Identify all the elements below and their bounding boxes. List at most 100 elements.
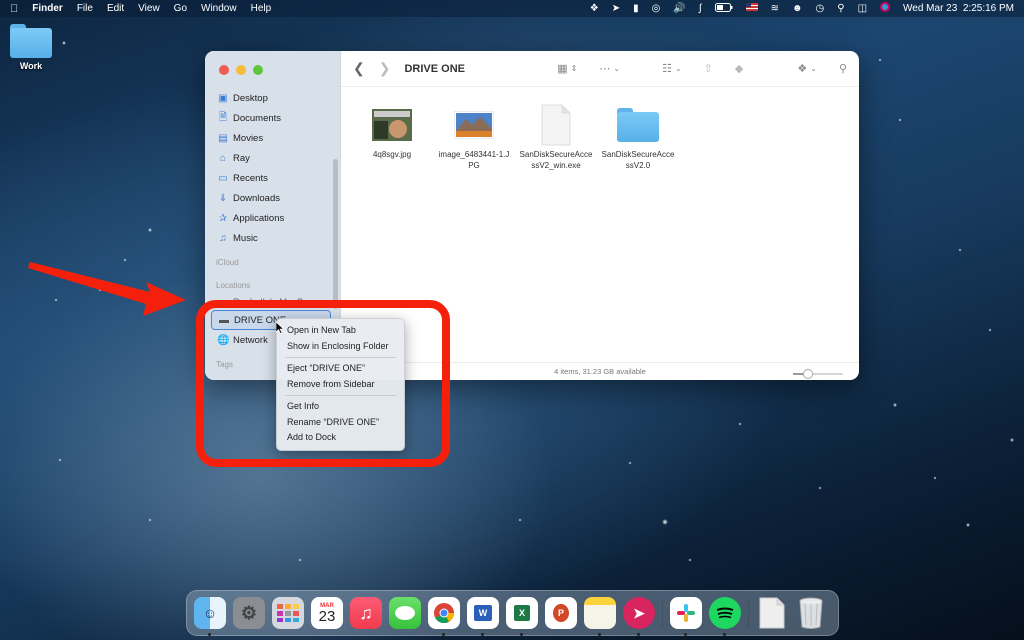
desktop-folder-work[interactable]: Work bbox=[10, 24, 52, 71]
dock-calendar[interactable]: MAR 23 bbox=[311, 597, 343, 629]
dock-launchpad[interactable] bbox=[272, 597, 304, 629]
sidebar-item-desktop[interactable]: ▣ Desktop bbox=[205, 88, 335, 108]
sidebar-item-movies[interactable]: ▤ Movies bbox=[205, 128, 335, 148]
applications-icon: ✰ bbox=[218, 212, 228, 224]
zoom-button[interactable] bbox=[253, 65, 263, 75]
action-button[interactable]: ⋯ ⌄ bbox=[599, 62, 620, 75]
window-controls bbox=[219, 65, 263, 75]
apple-menu-icon[interactable]:  bbox=[10, 3, 18, 15]
play-circle-icon[interactable]: ◎ bbox=[652, 3, 661, 14]
flag-us-icon[interactable] bbox=[745, 3, 758, 14]
sidebar-item-label: Ray bbox=[233, 152, 250, 164]
control-center-icon[interactable]: ◫ bbox=[858, 3, 867, 14]
dock-powerpoint[interactable]: P bbox=[545, 597, 577, 629]
dock-system-preferences[interactable]: ⚙ bbox=[233, 597, 265, 629]
sidebar-item-macbook[interactable]: ▭ Rochelle's MacBo... bbox=[205, 294, 335, 310]
slider-knob[interactable] bbox=[803, 369, 813, 379]
volume-icon[interactable]: 🔊 bbox=[673, 3, 685, 14]
view-mode-button[interactable]: ▦ ⇕ bbox=[557, 62, 577, 75]
search-icon[interactable]: ⚲ bbox=[837, 3, 844, 14]
file-item[interactable]: SanDiskSecureAccessV2_win.exe bbox=[519, 101, 593, 171]
dock-finder[interactable]: ☺ bbox=[194, 597, 226, 636]
recents-icon: ▭ bbox=[218, 172, 228, 184]
dock-spark[interactable]: ➤ bbox=[623, 597, 655, 636]
sidebar-scrollbar[interactable] bbox=[333, 159, 338, 309]
menu-edit[interactable]: Edit bbox=[107, 3, 124, 14]
menu-item-get-info[interactable]: Get Info bbox=[277, 399, 404, 415]
group-button[interactable]: ☷ ⌄ bbox=[662, 62, 682, 75]
menu-app-name[interactable]: Finder bbox=[32, 3, 63, 14]
calendar-day: 23 bbox=[318, 607, 336, 625]
menu-item-add-dock[interactable]: Add to Dock bbox=[277, 430, 404, 446]
menu-view[interactable]: View bbox=[138, 3, 160, 14]
chevron-down-icon: ⌄ bbox=[674, 64, 682, 73]
icon-size-slider[interactable] bbox=[793, 369, 843, 379]
back-button[interactable]: ❮ bbox=[353, 60, 365, 77]
sidebar-item-ray[interactable]: ⌂ Ray bbox=[205, 148, 335, 168]
dock-notes[interactable] bbox=[584, 597, 616, 636]
siri-icon[interactable] bbox=[880, 2, 891, 15]
gear-icon: ⚙ bbox=[240, 602, 258, 623]
chevron-down-icon: ⌄ bbox=[613, 64, 621, 73]
sidebar-item-label: Music bbox=[233, 232, 258, 244]
file-name: SanDiskSecureAccessV2_win.exe bbox=[519, 150, 593, 170]
dock-excel[interactable]: X bbox=[506, 597, 538, 636]
folder-icon bbox=[617, 108, 659, 142]
dock-document[interactable] bbox=[756, 597, 788, 629]
battery-tool-icon[interactable]: ▮ bbox=[633, 3, 639, 14]
search-icon[interactable]: ⚲ bbox=[839, 62, 847, 75]
menu-clock[interactable]: Wed Mar 23 2:25:16 PM bbox=[903, 3, 1014, 14]
dock-slack[interactable] bbox=[670, 597, 702, 636]
menu-window[interactable]: Window bbox=[201, 3, 237, 14]
menu-item-open-new-tab[interactable]: Open in New Tab bbox=[277, 323, 404, 339]
menu-item-show-enclosing[interactable]: Show in Enclosing Folder bbox=[277, 339, 404, 355]
desktop-icon: ▣ bbox=[218, 92, 228, 104]
sidebar-item-downloads[interactable]: ⇓ Downloads bbox=[205, 188, 335, 208]
file-item[interactable]: 4q8sgv.jpg bbox=[355, 101, 429, 171]
menu-item-eject[interactable]: Eject “DRIVE ONE” bbox=[277, 361, 404, 377]
spark-icon[interactable]: ➤ bbox=[612, 3, 620, 14]
menu-separator bbox=[285, 395, 396, 396]
document-icon: 🗎 bbox=[218, 111, 228, 123]
sidebar-item-recents[interactable]: ▭ Recents bbox=[205, 168, 335, 188]
share-icon[interactable]: ⇧ bbox=[704, 62, 713, 75]
dock-messages[interactable] bbox=[389, 597, 421, 629]
battery-icon[interactable] bbox=[714, 2, 733, 15]
menu-file[interactable]: File bbox=[77, 3, 93, 14]
dock-trash[interactable] bbox=[795, 597, 827, 629]
dock-word[interactable]: W bbox=[467, 597, 499, 636]
minimize-button[interactable] bbox=[236, 65, 246, 75]
dock-spotify[interactable] bbox=[709, 597, 741, 636]
ellipsis-circle-icon: ⋯ bbox=[599, 63, 611, 75]
document-icon bbox=[759, 597, 785, 629]
menu-help[interactable]: Help bbox=[251, 3, 272, 14]
sidebar-item-music[interactable]: ♫ Music bbox=[205, 228, 335, 248]
clock-icon[interactable]: ◷ bbox=[816, 3, 825, 14]
menu-separator bbox=[285, 357, 396, 358]
dropbox-icon[interactable]: ❖ bbox=[590, 3, 599, 14]
wifi-icon[interactable]: ≋ bbox=[771, 3, 779, 14]
menu-item-remove-sidebar[interactable]: Remove from Sidebar bbox=[277, 377, 404, 393]
dock-chrome[interactable] bbox=[428, 597, 460, 636]
dropbox-button[interactable]: ❖ ⌄ bbox=[797, 62, 817, 75]
trash-icon bbox=[799, 597, 823, 629]
file-item[interactable]: SanDiskSecureAccessV2.0 bbox=[601, 101, 675, 171]
dock-music[interactable]: ♫ bbox=[350, 597, 382, 629]
sidebar-item-documents[interactable]: 🗎 Documents bbox=[205, 108, 335, 128]
close-button[interactable] bbox=[219, 65, 229, 75]
image-thumbnail-icon bbox=[372, 109, 412, 141]
context-menu: Open in New Tab Show in Enclosing Folder… bbox=[276, 318, 405, 451]
tag-icon[interactable]: ◆ bbox=[735, 62, 743, 75]
menu-go[interactable]: Go bbox=[174, 3, 187, 14]
menu-item-rename[interactable]: Rename “DRIVE ONE” bbox=[277, 415, 404, 431]
film-icon: ▤ bbox=[218, 132, 228, 144]
desktop-folder-label: Work bbox=[19, 61, 43, 71]
forward-button[interactable]: ❯ bbox=[379, 60, 391, 77]
download-icon: ⇓ bbox=[218, 192, 228, 204]
launchpad-icon bbox=[277, 604, 299, 622]
user-icon[interactable]: ☻ bbox=[792, 3, 803, 14]
bluetooth-icon[interactable]: ∫ bbox=[699, 3, 702, 14]
file-item[interactable]: image_6483441-1.JPG bbox=[437, 101, 511, 171]
sidebar-item-label: Applications bbox=[233, 212, 285, 224]
sidebar-item-applications[interactable]: ✰ Applications bbox=[205, 208, 335, 228]
